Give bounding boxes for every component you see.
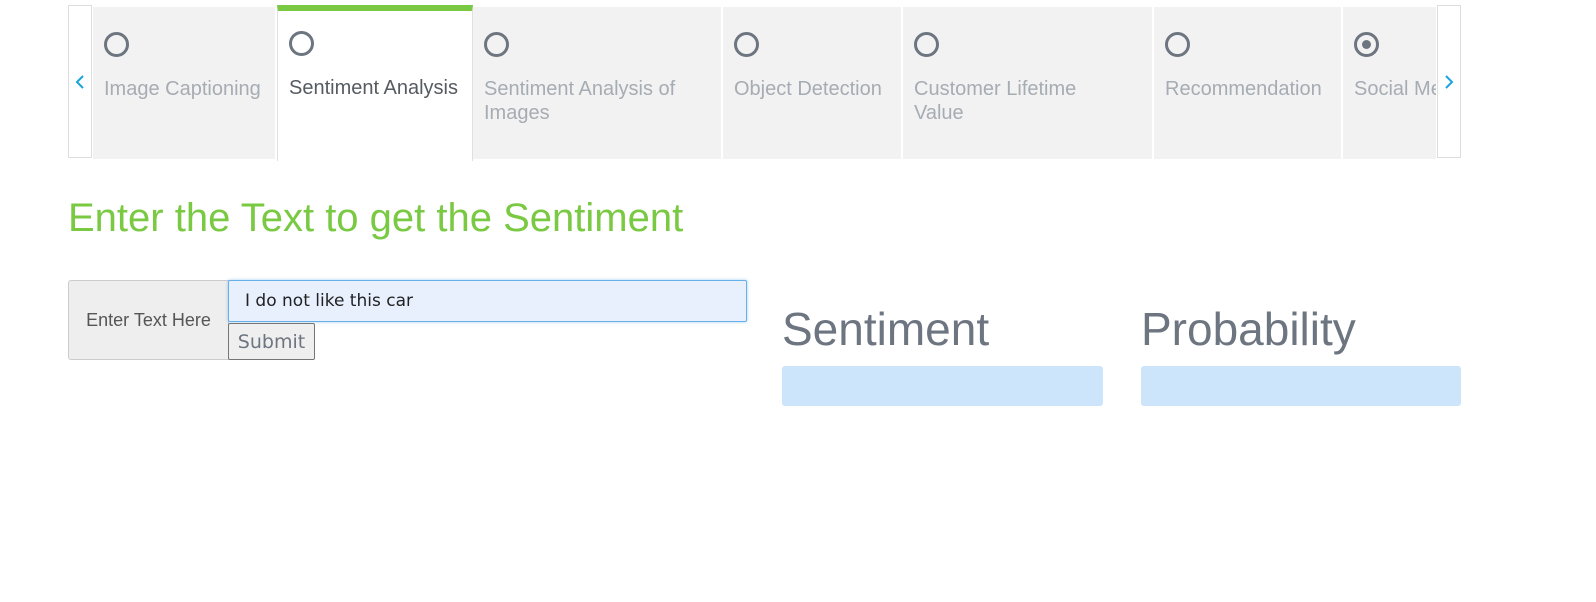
radio-icon [734,32,759,57]
input-addon-label: Enter Text Here [68,280,229,360]
tab-sentiment-analysis-of-images[interactable]: Sentiment Analysis of Images [473,7,723,159]
chevron-left-icon [75,74,84,89]
tab-object-detection[interactable]: Object Detection [723,7,903,159]
sentiment-text-input[interactable] [228,280,747,322]
tab-recommendation[interactable]: Recommendation [1154,7,1343,159]
tab-image-captioning[interactable]: Image Captioning [93,7,277,159]
radio-icon [484,32,509,57]
tab-label: Recommendation [1165,78,1322,100]
tab-strip: Image Captioning Sentiment Analysis Sent… [68,5,1462,161]
chevron-right-icon [1445,74,1454,89]
probability-result-box [1141,366,1461,406]
tabs-viewport: Image Captioning Sentiment Analysis Sent… [93,5,1436,161]
tab-label: Sentiment Analysis [289,77,458,99]
tab-customer-lifetime-value[interactable]: Customer Lifetime Value [903,7,1154,159]
tab-scroll-prev-button[interactable] [68,5,92,158]
tab-label: Image Captioning [104,78,261,100]
sentiment-title: Sentiment [782,303,990,355]
tab-label: Object Detection [734,78,882,100]
tab-scroll-next-button[interactable] [1437,5,1461,158]
sentiment-result-box [782,366,1103,406]
submit-button[interactable]: Submit [228,323,315,360]
tab-label: Social Media [1354,78,1436,100]
radio-icon [914,32,939,57]
radio-icon [104,32,129,57]
probability-title: Probability [1141,303,1356,355]
tab-label: Customer Lifetime Value [914,78,1077,124]
tab-sentiment-analysis[interactable]: Sentiment Analysis [277,5,473,161]
tab-social-media[interactable]: Social Media [1343,7,1436,159]
tab-label: Sentiment Analysis of Images [484,78,676,124]
page-title: Enter the Text to get the Sentiment [68,196,684,240]
radio-icon [289,31,314,56]
radio-checked-icon [1354,32,1379,57]
radio-icon [1165,32,1190,57]
